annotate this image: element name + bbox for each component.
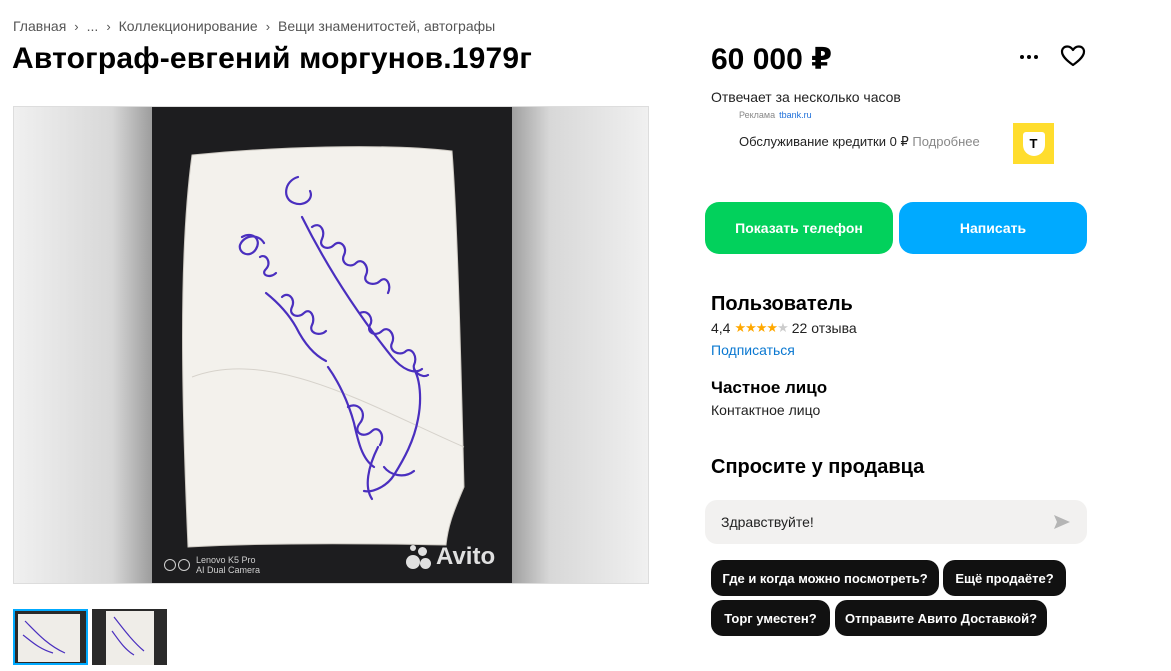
contact-person: Контактное лицо <box>711 402 821 418</box>
ad-label-text: Реклама <box>739 110 776 120</box>
autograph-paper-image <box>182 146 465 548</box>
breadcrumb-collecting[interactable]: Коллекционирование <box>119 18 258 34</box>
photo-blur-right <box>508 107 648 583</box>
more-options-icon[interactable] <box>1016 47 1042 67</box>
main-photo[interactable]: Lenovo K5 Pro AI Dual Camera Avito <box>13 106 649 584</box>
response-time: Отвечает за несколько часов <box>711 89 901 105</box>
message-box <box>705 500 1087 544</box>
thumbnail-2[interactable] <box>92 609 167 665</box>
camera-lens-icon <box>164 559 190 571</box>
avito-watermark: Avito <box>406 543 495 571</box>
reviews-link[interactable]: 22 отзыва <box>792 320 857 336</box>
ad-domain-link[interactable]: tbank.ru <box>779 110 812 120</box>
avito-watermark-text: Avito <box>436 543 496 570</box>
seller-rating: 4,4 ★★★★ ★ 22 отзыва <box>711 320 857 336</box>
favorite-heart-icon[interactable] <box>1060 44 1086 68</box>
send-icon[interactable] <box>1053 514 1071 530</box>
chevron-right-icon: › <box>106 18 111 34</box>
rating-stars-icon: ★★★★ ★ <box>734 320 788 335</box>
subscribe-link[interactable]: Подписаться <box>711 342 795 358</box>
chevron-right-icon: › <box>265 18 271 34</box>
tbank-logo[interactable]: Т <box>1013 123 1054 164</box>
ad-text: Обслуживание кредитки 0 ₽ <box>739 134 909 149</box>
chevron-right-icon: › <box>74 18 79 34</box>
thumbnail-1[interactable] <box>13 609 88 665</box>
ad-label: Реклама tbank.ru <box>739 110 812 120</box>
show-phone-button[interactable]: Показать телефон <box>705 202 893 254</box>
ad-more-link[interactable]: Подробнее <box>912 134 979 149</box>
breadcrumb-ellipsis[interactable]: ... <box>87 18 99 34</box>
camera-watermark: Lenovo K5 Pro AI Dual Camera <box>164 555 260 575</box>
camera-subtitle: AI Dual Camera <box>196 565 261 575</box>
page-title: Автограф-евгений моргунов.1979г <box>12 42 533 75</box>
tbank-shield-icon: Т <box>1022 131 1045 156</box>
seller-type: Частное лицо <box>711 378 828 397</box>
ad-banner[interactable]: Обслуживание кредитки 0 ₽ Подробнее <box>739 134 980 150</box>
price: 60 000 ₽ <box>711 43 832 76</box>
photo-blur-left <box>14 107 154 583</box>
quick-question-bargain[interactable]: Торг уместен? <box>711 600 830 636</box>
ask-seller-title: Спросите у продавца <box>711 456 925 478</box>
breadcrumb-celebrity-items[interactable]: Вещи знаменитостей, автографы <box>278 18 495 34</box>
quick-question-still-selling[interactable]: Ещё продаёте? <box>943 560 1066 596</box>
camera-model: Lenovo K5 Pro <box>196 555 256 565</box>
rating-value: 4,4 <box>711 320 731 336</box>
avito-logo-icon <box>406 545 432 569</box>
breadcrumb: Главная › ... › Коллекционирование › Вещ… <box>13 18 495 34</box>
quick-question-delivery[interactable]: Отправите Авито Доставкой? <box>835 600 1047 636</box>
thumbnail-strip <box>13 609 167 665</box>
quick-question-where-when[interactable]: Где и когда можно посмотреть? <box>711 560 939 596</box>
message-input[interactable] <box>721 514 1053 530</box>
write-message-button[interactable]: Написать <box>899 202 1087 254</box>
seller-name[interactable]: Пользователь <box>711 293 853 316</box>
breadcrumb-home[interactable]: Главная <box>13 18 66 34</box>
